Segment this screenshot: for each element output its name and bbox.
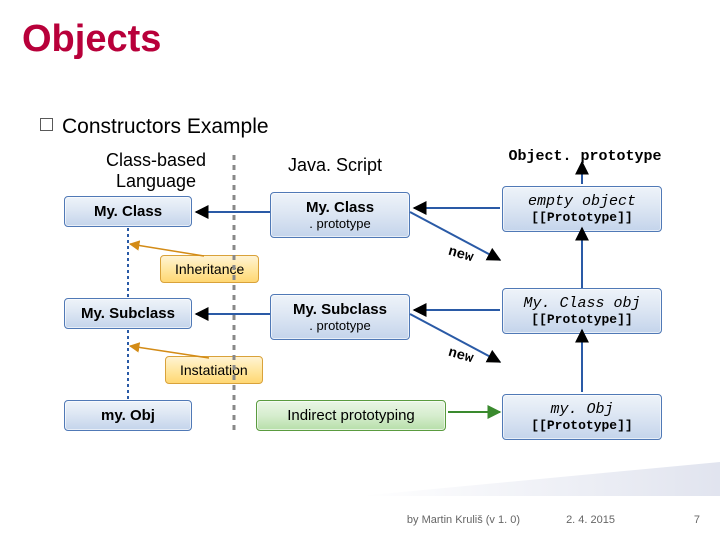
box-myclass-prototype: My. Class . prototype [270,192,410,238]
box-myclass: My. Class [64,196,192,227]
box-myclass-obj-l2: [[Prototype]] [507,312,657,327]
box-mysubclass-prototype-l1: My. Subclass [275,301,405,318]
box-myobj-instance-l2: [[Prototype]] [507,418,657,433]
footer-date: 2. 4. 2015 [566,514,615,526]
column-heading-javascript: Java. Script [265,155,405,176]
box-myobj-instance: my. Obj [[Prototype]] [502,394,662,440]
slide-title: Objects [22,18,161,61]
decorative-wedge [360,462,720,496]
box-mysubclass-label: My. Subclass [69,305,187,322]
label-new-2: new [446,345,475,367]
box-mysubclass: My. Subclass [64,298,192,329]
box-empty-object-l2: [[Prototype]] [507,210,657,225]
diagram-connectors [0,0,720,540]
column-heading-class-based: Class-based Language [86,150,226,192]
box-myobj-instance-l1: my. Obj [507,401,657,418]
slide-subtitle: Constructors Example [62,115,269,139]
box-myclass-obj-l1: My. Class obj [507,295,657,312]
box-myobj: my. Obj [64,400,192,431]
box-myclass-prototype-l1: My. Class [275,199,405,216]
box-myclass-prototype-l2: . prototype [275,216,405,231]
box-mysubclass-prototype: My. Subclass . prototype [270,294,410,340]
column-heading-object-prototype: Object. prototype [490,148,680,165]
tag-inheritance: Inheritance [160,255,259,283]
box-myobj-label: my. Obj [69,407,187,424]
footer-page: 7 [694,514,700,526]
bullet-icon [40,118,53,131]
box-empty-object: empty object [[Prototype]] [502,186,662,232]
box-empty-object-l1: empty object [507,193,657,210]
box-mysubclass-prototype-l2: . prototype [275,318,405,333]
box-indirect-label: Indirect prototyping [261,407,441,424]
label-new-1: new [446,244,475,266]
footer-author: by Martin Kruliš (v 1. 0) [407,514,520,526]
box-myclass-label: My. Class [69,203,187,220]
tag-instantiation: Instatiation [165,356,263,384]
box-myclass-obj: My. Class obj [[Prototype]] [502,288,662,334]
box-indirect-prototyping: Indirect prototyping [256,400,446,431]
